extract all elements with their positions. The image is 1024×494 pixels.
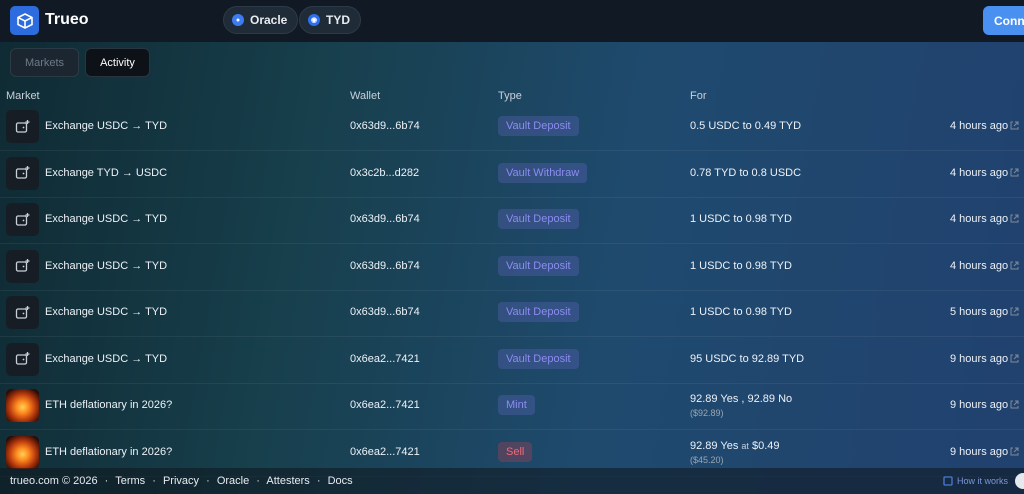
oracle-icon: ● [232,14,244,26]
wallet-address[interactable]: 0x6ea2...7421 [350,399,420,411]
column-header-type: Type [498,90,522,102]
external-link-icon[interactable] [1009,120,1020,131]
market-name[interactable]: ETH deflationary in 2026? [45,446,172,458]
for-usd-value: ($45.20) [690,454,724,465]
table-row[interactable]: Exchange USDC → TYD 0x63d9...6b74 Vault De… [0,245,1024,291]
logo-icon[interactable] [10,6,39,35]
oracle-pill[interactable]: ● Oracle [223,6,299,34]
market-name[interactable]: Exchange TYD → USDC [45,167,167,179]
type-badge: Sell [498,441,533,462]
wallet-plus-icon [6,156,39,190]
table-row[interactable]: Exchange USDC → TYD 0x63d9...6b74 Vault De… [0,198,1024,244]
how-it-works-link[interactable]: How it works [943,476,1008,486]
column-header-for: For [690,90,707,102]
chat-icon[interactable] [1015,473,1024,489]
book-icon [943,476,953,486]
footer-copyright[interactable]: trueo.com © 2026 [10,475,98,487]
for-amount: 92.89 Yes , 92.89 No [690,393,793,405]
footer-links: trueo.com © 2026 · Terms · Privacy · Ora… [10,475,357,487]
footer-separator: · [256,475,260,487]
footer-separator: · [152,475,156,487]
eth-fire-thumbnail [6,389,39,422]
type-badge: Vault Deposit [498,209,579,229]
external-link-icon[interactable] [1009,353,1020,364]
eth-fire-thumbnail [6,435,39,469]
wallet-plus-icon [6,203,39,236]
tab-markets[interactable]: Markets [10,48,79,77]
footer-separator: · [104,475,109,487]
wallet-plus-icon [6,296,39,329]
type-badge: Vault Deposit [498,255,579,276]
how-it-works-label: How it works [957,476,1009,486]
footer-link-attesters[interactable]: Attesters [266,475,309,487]
type-badge: Vault Deposit [498,116,579,136]
wallet-address[interactable]: 0x6ea2...7421 [350,353,420,365]
market-name[interactable]: Exchange USDC → TYD [45,213,167,225]
footer-link-privacy[interactable]: Privacy [163,475,199,487]
table-header: Market Wallet Type For [0,90,1024,104]
table-row[interactable]: ETH deflationary in 2026? 0x6ea2...7421 Mi… [0,384,1024,430]
external-link-icon[interactable] [1009,306,1020,317]
timestamp: 9 hours ago [950,445,1009,458]
market-name[interactable]: Exchange USDC → TYD [45,120,167,132]
top-bar: Trueo ● Oracle ◉ TYD Connect [0,0,1024,42]
timestamp: 4 hours ago [950,120,1009,132]
market-name[interactable]: Exchange USDC → TYD [45,306,167,318]
external-link-icon[interactable] [1009,399,1020,410]
footer-link-docs[interactable]: Docs [328,475,353,487]
type-badge: Vault Deposit [498,348,579,369]
for-usd-value: ($92.89) [690,408,724,418]
column-header-market: Market [6,90,40,102]
footer: trueo.com © 2026 · Terms · Privacy · Ora… [0,468,1024,494]
for-amount: 0.78 TYD to 0.8 USDC [690,166,802,179]
type-badge: Mint [498,395,535,415]
market-name[interactable]: Exchange USDC → TYD [45,353,167,365]
for-amount: 0.5 USDC to 0.49 TYD [690,120,802,132]
external-link-icon[interactable] [1009,446,1020,457]
timestamp: 5 hours ago [950,306,1009,318]
footer-separator: · [316,475,321,487]
external-link-icon[interactable] [1009,167,1020,178]
connect-button[interactable]: Connect [983,6,1024,35]
external-link-icon[interactable] [1009,213,1020,224]
tyd-pill-label: TYD [326,13,350,27]
column-header-wallet: Wallet [350,90,381,102]
table-row[interactable]: Exchange USDC → TYD 0x63d9...6b74 Vault De… [0,105,1024,151]
wallet-address[interactable]: 0x63d9...6b74 [350,213,420,225]
timestamp: 9 hours ago [950,352,1009,365]
market-name[interactable]: ETH deflationary in 2026? [45,399,172,411]
tyd-icon: ◉ [308,14,320,26]
timestamp: 9 hours ago [950,399,1009,411]
timestamp: 4 hours ago [950,213,1009,225]
table-row[interactable]: Exchange USDC → TYD 0x63d9...6b74 Vault De… [0,291,1024,337]
footer-separator: · [206,475,210,487]
brand-name[interactable]: Trueo [45,11,89,29]
wallet-address[interactable]: 0x63d9...6b74 [350,260,420,272]
for-amount: 1 USDC to 0.98 TYD [690,306,792,318]
footer-link-oracle[interactable]: Oracle [217,475,249,487]
wallet-address[interactable]: 0x3c2b...d282 [350,167,419,179]
wallet-plus-icon [6,110,39,143]
tyd-pill[interactable]: ◉ TYD [299,6,361,34]
for-amount: 1 USDC to 0.98 TYD [690,259,792,272]
for-amount: 92.89 Yes at $0.49 [690,439,780,452]
type-badge: Vault Deposit [498,302,579,322]
table-row[interactable]: Exchange TYD → USDC 0x3c2b...d282 Vault Wi… [0,152,1024,198]
wallet-plus-icon [6,249,39,283]
timestamp: 4 hours ago [950,166,1009,179]
table-row[interactable]: Exchange USDC → TYD 0x6ea2...7421 Vault De… [0,338,1024,384]
oracle-pill-label: Oracle [250,13,288,27]
timestamp: 4 hours ago [950,259,1009,272]
type-badge: Vault Withdraw [498,162,588,183]
wallet-plus-icon [6,342,39,376]
tab-activity[interactable]: Activity [85,48,150,77]
wallet-address[interactable]: 0x63d9...6b74 [350,120,420,132]
market-name[interactable]: Exchange USDC → TYD [45,260,167,272]
external-link-icon[interactable] [1009,260,1020,271]
wallet-address[interactable]: 0x6ea2...7421 [350,446,420,458]
footer-link-terms[interactable]: Terms [115,475,145,487]
for-amount: 1 USDC to 0.98 TYD [690,213,792,225]
wallet-address[interactable]: 0x63d9...6b74 [350,306,420,318]
for-amount: 95 USDC to 92.89 TYD [690,352,805,365]
